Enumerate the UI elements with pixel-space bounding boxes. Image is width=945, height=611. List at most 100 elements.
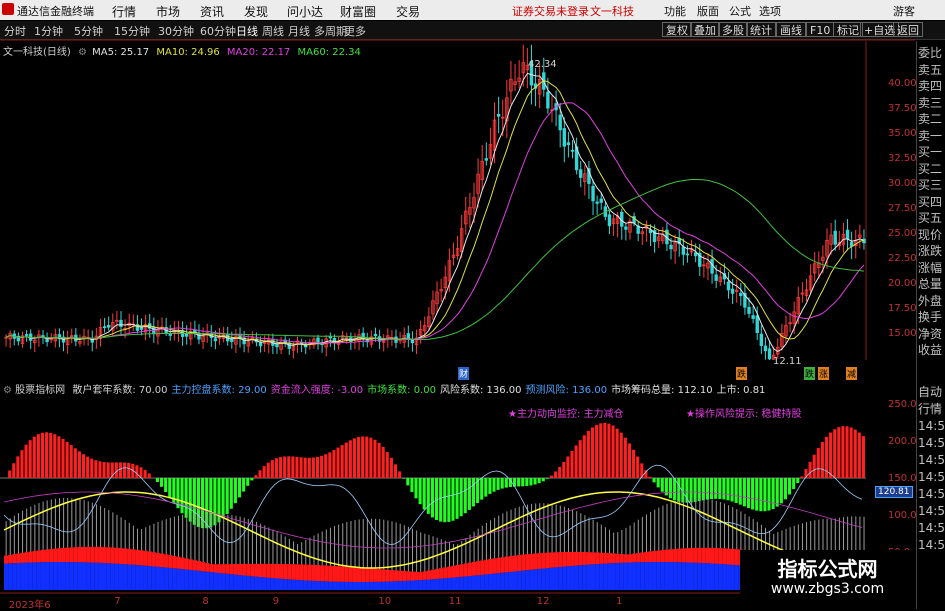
indicator-bar-green <box>698 478 701 501</box>
volume-line-grey <box>162 521 163 554</box>
volume-line-grey <box>716 501 717 548</box>
indicator-bar-red <box>382 447 385 478</box>
indicator-chart[interactable] <box>0 0 915 609</box>
indicator-bar-green <box>776 478 779 507</box>
indicator-bar-red <box>148 473 151 478</box>
indicator-bar-red <box>398 471 401 478</box>
volume-line-grey <box>84 500 85 547</box>
volume-line-grey <box>43 502 44 550</box>
volume-block-red <box>731 549 735 565</box>
volume-block-blue <box>61 562 65 590</box>
indicator-bar-green <box>402 478 405 479</box>
volume-block-red <box>616 554 620 563</box>
quote-field-label: 买五 <box>918 211 942 226</box>
time-label: 行情 <box>918 402 942 417</box>
volume-block-blue <box>127 564 131 590</box>
volume-block-blue <box>476 575 480 590</box>
indicator-bar-red <box>86 457 89 478</box>
volume-line-grey <box>170 518 171 555</box>
indicator-bar-red <box>37 434 40 478</box>
watermark-url: www.zbgs3.com <box>740 581 915 597</box>
indicator-bar-red <box>103 462 106 478</box>
volume-block-red <box>111 547 115 563</box>
volume-block-red <box>152 552 156 566</box>
volume-block-blue <box>238 575 242 590</box>
indicator-bar-red <box>648 477 651 478</box>
volume-line-grey <box>765 528 766 553</box>
indicator-bar-green <box>431 478 434 517</box>
indicator-bar-red <box>850 427 853 478</box>
indicator-bar-red <box>550 476 553 478</box>
quote-field-label: 买一 <box>918 145 942 160</box>
volume-block-red <box>336 566 340 582</box>
indicator-value-tag: 120.81 <box>875 486 913 498</box>
indicator-bar-red <box>312 458 315 478</box>
quote-field-label: 买四 <box>918 195 942 210</box>
indicator-bar-red <box>841 426 844 478</box>
indicator-bar-red <box>554 472 557 478</box>
volume-block-blue <box>361 582 365 590</box>
indicator-bar-red <box>254 475 257 478</box>
date-tick: 8 <box>202 596 208 607</box>
volume-block-blue <box>472 576 476 590</box>
indicator-bar-green <box>739 478 742 505</box>
volume-block-blue <box>386 582 390 590</box>
volume-block-red <box>213 564 217 572</box>
volume-line-grey <box>350 521 351 567</box>
volume-block-red <box>612 553 616 563</box>
volume-block-red <box>78 547 82 562</box>
volume-block-blue <box>698 563 702 590</box>
indicator-bar-green <box>743 478 746 506</box>
volume-line-grey <box>297 544 298 564</box>
volume-line-grey <box>387 520 388 569</box>
volume-block-blue <box>205 572 209 590</box>
indicator-bar-green <box>796 478 799 483</box>
volume-line-grey <box>178 516 179 557</box>
volume-block-blue <box>369 582 373 590</box>
volume-block-red <box>320 565 324 581</box>
volume-block-blue <box>139 565 143 590</box>
indicator-bar-green <box>451 478 454 521</box>
volume-line-grey <box>396 522 397 570</box>
volume-block-blue <box>513 571 517 590</box>
indicator-bar-red <box>98 461 101 478</box>
volume-block-red <box>443 567 447 578</box>
volume-block-red <box>49 549 53 562</box>
volume-line-grey <box>757 522 758 552</box>
volume-block-blue <box>624 563 628 590</box>
volume-block-blue <box>312 581 316 590</box>
indicator-bar-red <box>135 465 138 478</box>
volume-block-blue <box>275 578 279 590</box>
volume-block-blue <box>427 579 431 590</box>
volume-block-red <box>402 571 406 581</box>
volume-block-red <box>279 564 283 579</box>
indicator-bar-green <box>488 478 491 494</box>
volume-block-red <box>98 547 102 563</box>
indicator-bar-red <box>328 452 331 478</box>
indicator-bar-red <box>275 458 278 478</box>
volume-block-blue <box>599 564 603 590</box>
volume-line-grey <box>38 503 39 550</box>
volume-block-blue <box>332 582 336 590</box>
indicator-bar-red <box>369 438 372 478</box>
volume-block-red <box>603 553 607 564</box>
quote-field-label: 涨跌 <box>918 244 942 259</box>
volume-block-red <box>431 570 435 579</box>
volume-block-blue <box>402 581 406 590</box>
volume-block-blue <box>287 579 291 590</box>
indicator-bar-red <box>628 443 631 478</box>
volume-line-grey <box>338 525 339 567</box>
volume-block-red <box>139 550 143 565</box>
volume-block-red <box>41 550 45 562</box>
volume-block-red <box>628 554 632 562</box>
indicator-bar-red <box>57 436 60 478</box>
volume-line-grey <box>260 524 261 564</box>
volume-block-blue <box>168 568 172 590</box>
indicator-bar-green <box>164 478 167 492</box>
volume-block-red <box>722 548 726 564</box>
volume-line-grey <box>449 542 450 566</box>
volume-block-blue <box>488 574 492 590</box>
time-label: 自动 <box>918 385 942 400</box>
volume-block-blue <box>665 562 669 590</box>
time-label: 14:5 <box>918 521 945 536</box>
